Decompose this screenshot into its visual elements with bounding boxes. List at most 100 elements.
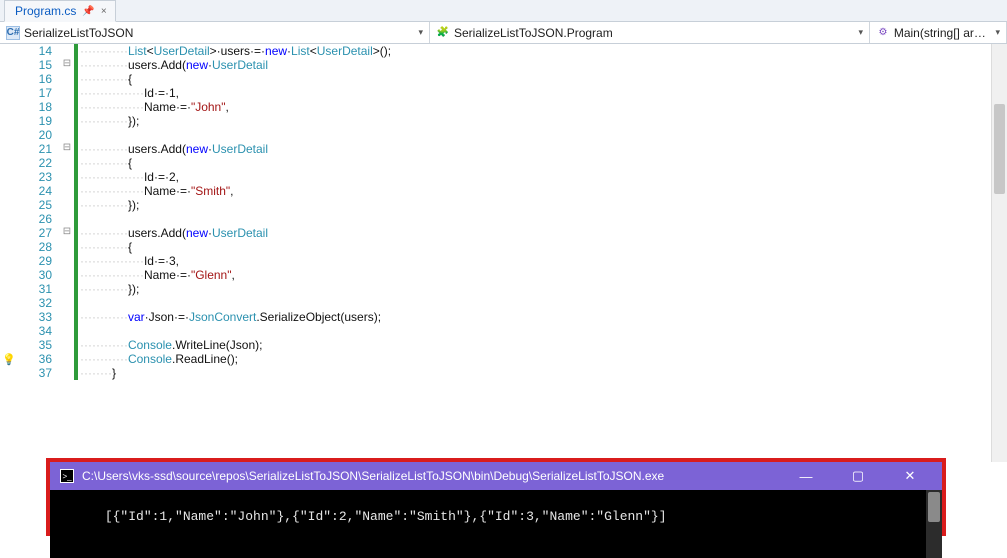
fold-toggle-icon[interactable]: ⊟ (60, 142, 74, 156)
fold-gutter (60, 100, 74, 114)
method-icon: ⚙ (876, 26, 890, 40)
line-number: 24 (20, 184, 60, 198)
code-line[interactable]: 24 ················Name·=·"Smith", (0, 184, 1007, 198)
code-text[interactable]: ············}); (78, 114, 1007, 128)
code-line[interactable]: 28············{ (0, 240, 1007, 254)
close-icon[interactable]: × (101, 6, 107, 17)
code-line[interactable]: 19············}); (0, 114, 1007, 128)
code-text[interactable]: ············{ (78, 72, 1007, 86)
code-text[interactable]: ············List<UserDetail>·users·=·new… (78, 44, 1007, 58)
fold-toggle-icon[interactable]: ⊟ (60, 58, 74, 72)
fold-gutter (60, 184, 74, 198)
code-line[interactable]: 17 ················Id·=·1, (0, 86, 1007, 100)
console-output-text: [{"Id":1,"Name":"John"},{"Id":2,"Name":"… (105, 509, 667, 524)
close-button[interactable]: ✕ (888, 462, 932, 490)
console-window: >_ C:\Users\vks-ssd\source\repos\Seriali… (50, 462, 942, 532)
code-text[interactable]: ············var·Json·=·JsonConvert.Seria… (78, 310, 1007, 324)
minimize-button[interactable]: — (784, 462, 828, 490)
line-number: 16 (20, 72, 60, 86)
nav-method-label: Main(string[] args) (894, 26, 990, 40)
code-text[interactable]: ················Name·=·"John", (78, 100, 1007, 114)
line-number: 20 (20, 128, 60, 142)
code-line[interactable]: 32 (0, 296, 1007, 310)
nav-method-dropdown[interactable]: ⚙ Main(string[] args) ▾ (870, 22, 1007, 43)
code-line[interactable]: 26 (0, 212, 1007, 226)
console-titlebar[interactable]: >_ C:\Users\vks-ssd\source\repos\Seriali… (50, 462, 942, 490)
code-line[interactable]: 18················Name·=·"John", (0, 100, 1007, 114)
code-text[interactable]: ············}); (78, 198, 1007, 212)
code-text[interactable]: ················Id·=·2, (78, 170, 1007, 184)
line-number: 15 (20, 58, 60, 72)
code-line[interactable]: 22 ············{ (0, 156, 1007, 170)
fold-gutter (60, 366, 74, 380)
pin-icon[interactable]: 📌 (82, 6, 94, 17)
file-tab-program[interactable]: Program.cs 📌 × (4, 0, 116, 22)
code-editor[interactable]: 14············List<UserDetail>·users·=·n… (0, 44, 1007, 462)
fold-gutter (60, 86, 74, 100)
code-line[interactable]: 27⊟············users.Add(new·UserDetail (0, 226, 1007, 240)
fold-gutter (60, 44, 74, 58)
console-scrollbar[interactable] (926, 490, 942, 558)
code-line[interactable]: 21⊟ ············users.Add(new·UserDetail (0, 142, 1007, 156)
nav-class-label: SerializeListToJSON.Program (454, 26, 613, 40)
console-output[interactable]: [{"Id":1,"Name":"John"},{"Id":2,"Name":"… (50, 490, 942, 558)
fold-gutter (60, 268, 74, 282)
code-text[interactable] (78, 296, 1007, 310)
fold-gutter (60, 156, 74, 170)
navigation-bar: C# SerializeListToJSON ▾ 🧩 SerializeList… (0, 22, 1007, 44)
code-text[interactable] (78, 324, 1007, 338)
line-number: 22 (20, 156, 60, 170)
code-text[interactable]: ················Name·=·"Glenn", (78, 268, 1007, 282)
code-text[interactable] (78, 212, 1007, 226)
fold-toggle-icon[interactable]: ⊟ (60, 226, 74, 240)
code-text[interactable]: ················Id·=·3, (78, 254, 1007, 268)
fold-gutter (60, 212, 74, 226)
fold-gutter (60, 352, 74, 366)
code-line[interactable]: 💡36············Console.ReadLine(); (0, 352, 1007, 366)
code-text[interactable] (78, 128, 1007, 142)
code-line[interactable]: 20 (0, 128, 1007, 142)
code-line[interactable]: 23················Id·=·2, (0, 170, 1007, 184)
scrollbar-thumb[interactable] (994, 104, 1005, 194)
code-line[interactable]: 25············}); (0, 198, 1007, 212)
line-number: 17 (20, 86, 60, 100)
nav-project-dropdown[interactable]: C# SerializeListToJSON ▾ (0, 22, 430, 43)
code-text[interactable]: ············}); (78, 282, 1007, 296)
vertical-scrollbar[interactable] (991, 44, 1007, 462)
console-title-text: C:\Users\vks-ssd\source\repos\SerializeL… (82, 469, 776, 483)
code-line[interactable]: 29················Id·=·3, (0, 254, 1007, 268)
line-number: 21 (20, 142, 60, 156)
line-number: 32 (20, 296, 60, 310)
code-line[interactable]: 31············}); (0, 282, 1007, 296)
code-line[interactable]: 30················Name·=·"Glenn", (0, 268, 1007, 282)
code-line[interactable]: 14············List<UserDetail>·users·=·n… (0, 44, 1007, 58)
code-text[interactable]: ············users.Add(new·UserDetail (78, 142, 1007, 156)
code-text[interactable]: ············{ (78, 240, 1007, 254)
line-number: 33 (20, 310, 60, 324)
code-line[interactable]: 37········} (0, 366, 1007, 380)
code-text[interactable]: ············{ (78, 156, 1007, 170)
console-scrollbar-thumb[interactable] (928, 492, 940, 522)
csharp-project-icon: C# (6, 26, 20, 40)
fold-gutter (60, 170, 74, 184)
code-text[interactable]: ············Console.WriteLine(Json); (78, 338, 1007, 352)
fold-gutter (60, 128, 74, 142)
code-line[interactable]: 33 ············var·Json·=·JsonConvert.Ser… (0, 310, 1007, 324)
chevron-down-icon: ▾ (412, 27, 423, 38)
code-text[interactable]: ········} (78, 366, 1007, 380)
code-text[interactable]: ············Console.ReadLine(); (78, 352, 1007, 366)
code-line[interactable]: 15⊟ ············users.Add(new·UserDetail (0, 58, 1007, 72)
code-line[interactable]: 35············Console.WriteLine(Json); (0, 338, 1007, 352)
code-text[interactable]: ················Name·=·"Smith", (78, 184, 1007, 198)
nav-class-dropdown[interactable]: 🧩 SerializeListToJSON.Program ▾ (430, 22, 870, 43)
code-text[interactable]: ············users.Add(new·UserDetail (78, 226, 1007, 240)
lightbulb-icon[interactable]: 💡 (2, 353, 16, 367)
tab-strip: Program.cs 📌 × (0, 0, 1007, 22)
code-line[interactable]: 16 ············{ (0, 72, 1007, 86)
maximize-button[interactable]: ▢ (836, 462, 880, 490)
code-text[interactable]: ············users.Add(new·UserDetail (78, 58, 1007, 72)
code-line[interactable]: 34 (0, 324, 1007, 338)
fold-gutter (60, 198, 74, 212)
code-text[interactable]: ················Id·=·1, (78, 86, 1007, 100)
nav-project-label: SerializeListToJSON (24, 26, 133, 40)
